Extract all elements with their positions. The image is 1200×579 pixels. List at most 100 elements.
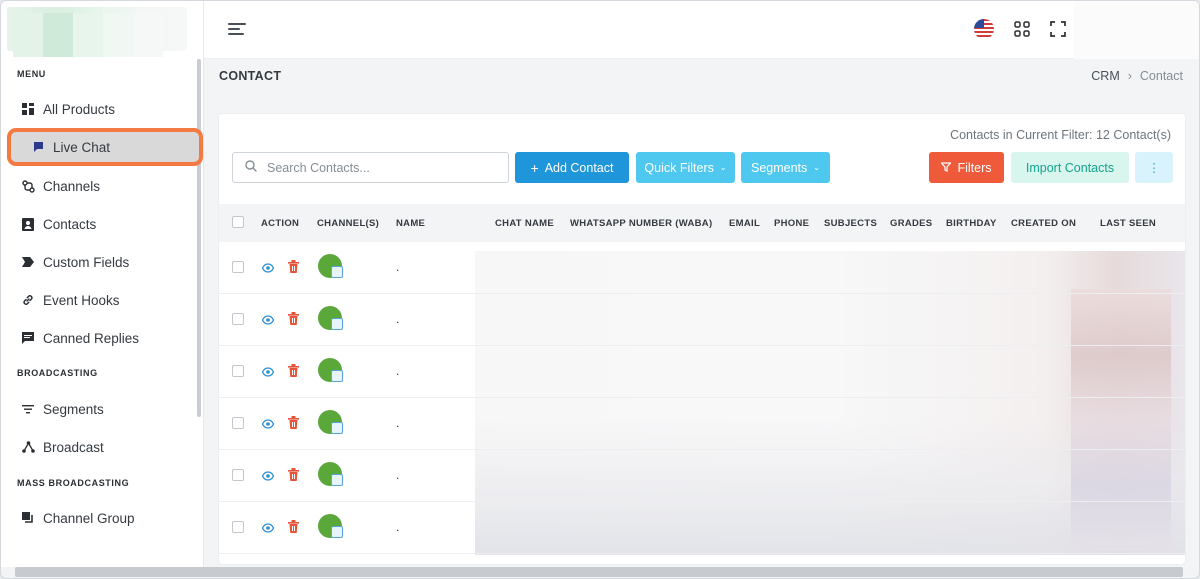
trash-icon[interactable]: [288, 468, 299, 481]
column-header-subjects[interactable]: SUBJECTS: [824, 218, 877, 229]
eye-icon[interactable]: [261, 365, 275, 377]
sidebar-item-channel-group[interactable]: Channel Group: [21, 506, 135, 530]
download-badge-icon: [331, 422, 343, 434]
trash-icon[interactable]: [288, 416, 299, 429]
breadcrumb: CRM › Contact: [1091, 69, 1183, 83]
row-checkbox[interactable]: [232, 417, 244, 429]
sidebar-item-custom-fields[interactable]: Custom Fields: [21, 250, 129, 274]
sidebar-item-label: Broadcast: [43, 439, 104, 455]
column-header-name[interactable]: NAME: [396, 218, 425, 229]
page-title: CONTACT: [219, 69, 282, 83]
column-header-whatsapp-number[interactable]: WHATSAPP NUMBER (WABA): [570, 218, 712, 229]
table-row[interactable]: .: [219, 242, 1185, 294]
download-badge-icon: [331, 526, 343, 538]
section-title-broadcasting: BROADCASTING: [17, 368, 98, 378]
eye-icon[interactable]: [261, 521, 275, 533]
sidebar-item-all-products[interactable]: All Products: [21, 97, 115, 121]
logo-mark: [13, 13, 163, 57]
row-checkbox[interactable]: [232, 261, 244, 273]
column-header-birthday[interactable]: BIRTHDAY: [946, 218, 997, 229]
quick-filters-button[interactable]: Quick Filters ⌄: [636, 152, 735, 183]
hamburger-icon[interactable]: [228, 22, 246, 36]
column-header-channels[interactable]: CHANNEL(S): [317, 218, 379, 229]
contact-card-icon: [21, 217, 35, 231]
sidebar-item-label: Live Chat: [53, 139, 111, 155]
download-badge-icon: [331, 318, 343, 330]
trash-icon[interactable]: [288, 260, 299, 273]
sidebar-item-label: Custom Fields: [43, 254, 130, 270]
section-title-menu: MENU: [17, 69, 46, 79]
fullscreen-icon[interactable]: [1048, 19, 1068, 39]
sidebar-item-canned-replies[interactable]: Canned Replies: [21, 326, 139, 350]
brand-logo[interactable]: [7, 7, 187, 57]
sidebar-item-contacts[interactable]: Contacts: [21, 212, 96, 236]
download-badge-icon: [331, 266, 343, 278]
channels-icon: [21, 179, 35, 193]
eye-icon[interactable]: [261, 469, 275, 481]
column-header-phone[interactable]: PHONE: [774, 218, 809, 229]
trash-icon[interactable]: [288, 520, 299, 533]
grid-icon: [21, 102, 35, 116]
apps-grid-icon[interactable]: [1012, 19, 1032, 39]
row-checkbox[interactable]: [232, 313, 244, 325]
table-row[interactable]: .: [219, 346, 1185, 398]
us-flag-icon[interactable]: [974, 19, 994, 39]
horizontal-scrollbar[interactable]: [15, 567, 1183, 577]
sidebar-item-live-chat[interactable]: Live Chat: [7, 128, 203, 166]
search-icon: [245, 159, 257, 177]
copy-icon: [21, 511, 35, 525]
row-checkbox[interactable]: [232, 365, 244, 377]
search-input[interactable]: [267, 160, 497, 175]
trash-icon[interactable]: [288, 312, 299, 325]
sidebar-item-label: Segments: [43, 401, 104, 417]
eye-icon[interactable]: [261, 313, 275, 325]
app-frame: MENU All Products Live Chat Channels Con…: [0, 0, 1200, 579]
broadcast-icon: [21, 440, 35, 454]
breadcrumb-separator-icon: ›: [1127, 69, 1132, 83]
breadcrumb-crm[interactable]: CRM: [1091, 69, 1119, 83]
table-row[interactable]: .: [219, 294, 1185, 346]
search-box[interactable]: [232, 152, 509, 183]
column-header-chat-name[interactable]: CHAT NAME: [495, 218, 554, 229]
add-contact-button[interactable]: + Add Contact: [515, 152, 629, 183]
select-all-checkbox[interactable]: [232, 216, 244, 228]
table-row[interactable]: .: [219, 502, 1185, 554]
eye-icon[interactable]: [261, 261, 275, 273]
more-options-button[interactable]: ⋮: [1135, 152, 1173, 183]
contact-name: .: [396, 312, 400, 326]
sidebar-scrollbar[interactable]: [197, 59, 201, 417]
table-header: ACTION CHANNEL(S) NAME CHAT NAME WHATSAP…: [219, 204, 1185, 242]
section-title-mass-broadcasting: MASS BROADCASTING: [17, 478, 130, 488]
add-contact-label: Add Contact: [544, 160, 614, 175]
row-checkbox[interactable]: [232, 521, 244, 533]
eye-icon[interactable]: [261, 417, 275, 429]
user-profile-area[interactable]: [1074, 1, 1199, 59]
sidebar-item-label: Event Hooks: [43, 292, 120, 308]
filters-label: Filters: [957, 160, 992, 175]
column-header-last-seen[interactable]: LAST SEEN: [1100, 218, 1156, 229]
column-header-action[interactable]: ACTION: [261, 218, 299, 229]
trash-icon[interactable]: [288, 364, 299, 377]
filters-button[interactable]: Filters: [929, 152, 1004, 183]
sidebar-item-segments[interactable]: Segments: [21, 397, 104, 421]
link-icon: [21, 293, 35, 307]
sidebar-item-broadcast[interactable]: Broadcast: [21, 435, 104, 459]
sidebar-item-label: Contacts: [43, 216, 97, 232]
sidebar-item-channels[interactable]: Channels: [21, 174, 100, 198]
table-row[interactable]: .: [219, 398, 1185, 450]
import-contacts-button[interactable]: Import Contacts: [1011, 152, 1129, 183]
contact-name: .: [396, 364, 400, 378]
row-checkbox[interactable]: [232, 469, 244, 481]
sidebar-item-label: Channels: [43, 178, 101, 194]
contact-name: .: [396, 260, 400, 274]
column-header-grades[interactable]: GRADES: [890, 218, 932, 229]
import-contacts-label: Import Contacts: [1025, 160, 1115, 175]
sidebar-item-label: All Products: [43, 101, 116, 117]
breadcrumb-contact: Contact: [1139, 69, 1183, 83]
sidebar-item-event-hooks[interactable]: Event Hooks: [21, 288, 120, 312]
column-header-email[interactable]: EMAIL: [729, 218, 760, 229]
table-row[interactable]: .: [219, 450, 1185, 502]
column-header-created-on[interactable]: CREATED ON: [1011, 218, 1076, 229]
segments-button[interactable]: Segments ⌄: [741, 152, 830, 183]
sidebar: MENU All Products Live Chat Channels Con…: [1, 1, 204, 567]
